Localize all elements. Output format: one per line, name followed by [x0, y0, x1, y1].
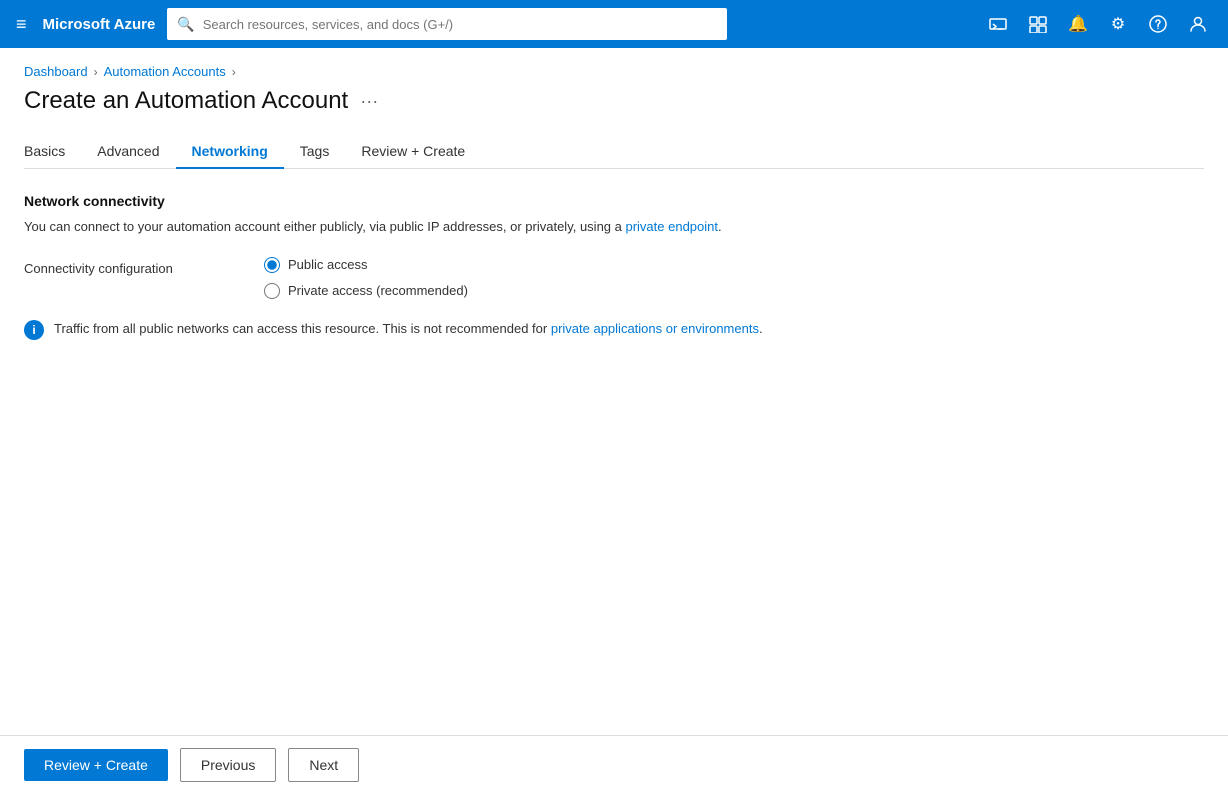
app-logo: Microsoft Azure [43, 16, 156, 33]
tab-tags[interactable]: Tags [284, 135, 346, 169]
private-access-label: Private access (recommended) [288, 283, 468, 298]
info-box: i Traffic from all public networks can a… [24, 319, 1204, 340]
page-title: Create an Automation Account [24, 87, 348, 115]
header-icons: 🔔 ⚙ [980, 6, 1216, 42]
network-connectivity-title: Network connectivity [24, 193, 1204, 209]
connectivity-radio-group: Public access Private access (recommende… [264, 257, 468, 299]
tab-bar: Basics Advanced Networking Tags Review +… [24, 135, 1204, 169]
connectivity-label: Connectivity configuration [24, 257, 224, 276]
cloud-shell-icon[interactable] [980, 6, 1016, 42]
public-access-radio[interactable] [264, 257, 280, 273]
private-apps-link[interactable]: private applications or environments [551, 321, 759, 336]
search-icon: 🔍 [177, 16, 194, 33]
settings-icon[interactable]: ⚙ [1100, 6, 1136, 42]
breadcrumb-automation-accounts[interactable]: Automation Accounts [104, 64, 226, 79]
help-icon[interactable] [1140, 6, 1176, 42]
breadcrumb-separator-2: › [232, 65, 236, 79]
info-icon: i [24, 320, 44, 340]
account-icon[interactable] [1180, 6, 1216, 42]
form-section: Network connectivity You can connect to … [24, 193, 1204, 735]
notifications-icon[interactable]: 🔔 [1060, 6, 1096, 42]
header: ≡ Microsoft Azure 🔍 🔔 ⚙ [0, 0, 1228, 48]
connectivity-config-row: Connectivity configuration Public access… [24, 257, 1204, 299]
footer: Review + Create Previous Next [0, 735, 1228, 794]
page-menu-icon[interactable]: ··· [360, 91, 378, 112]
public-access-option[interactable]: Public access [264, 257, 468, 273]
breadcrumb-separator-1: › [94, 65, 98, 79]
tab-networking[interactable]: Networking [176, 135, 284, 169]
info-text: Traffic from all public networks can acc… [54, 319, 763, 339]
portal-menu-icon[interactable] [1020, 6, 1056, 42]
private-endpoint-link[interactable]: private endpoint [625, 219, 718, 234]
search-input[interactable] [203, 17, 718, 32]
tab-review-create[interactable]: Review + Create [345, 135, 481, 169]
network-connectivity-desc: You can connect to your automation accou… [24, 217, 1204, 237]
tab-basics[interactable]: Basics [24, 135, 81, 169]
page-title-row: Create an Automation Account ··· [24, 87, 1204, 115]
private-access-option[interactable]: Private access (recommended) [264, 283, 468, 299]
tab-advanced[interactable]: Advanced [81, 135, 175, 169]
public-access-label: Public access [288, 257, 367, 272]
next-button[interactable]: Next [288, 748, 359, 782]
private-access-radio[interactable] [264, 283, 280, 299]
breadcrumb: Dashboard › Automation Accounts › [24, 64, 1204, 79]
previous-button[interactable]: Previous [180, 748, 276, 782]
breadcrumb-dashboard[interactable]: Dashboard [24, 64, 88, 79]
review-create-button[interactable]: Review + Create [24, 749, 168, 781]
main-content: Dashboard › Automation Accounts › Create… [0, 48, 1228, 735]
hamburger-icon[interactable]: ≡ [12, 10, 31, 39]
search-bar[interactable]: 🔍 [167, 8, 727, 40]
